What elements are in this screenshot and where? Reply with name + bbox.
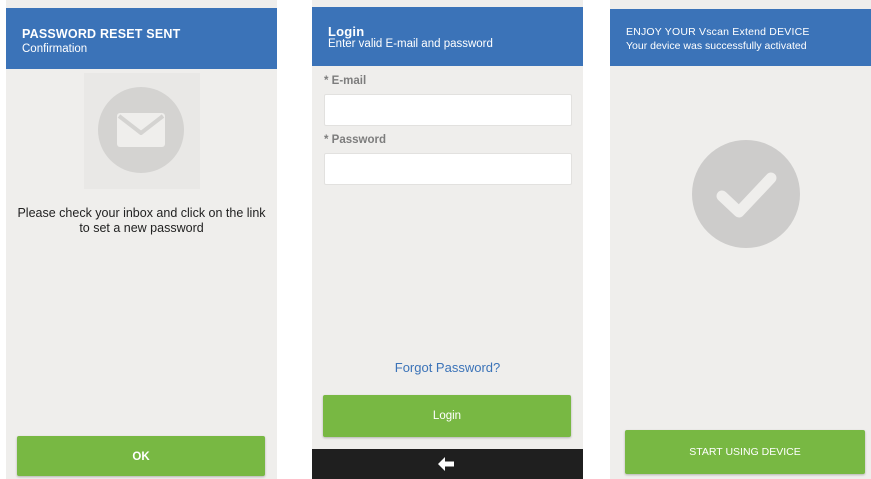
ok-button[interactable]: OK [17,436,265,476]
screen-title: ENJOY YOUR Vscan Extend DEVICE [626,26,810,38]
login-button[interactable]: Login [323,395,571,437]
email-field[interactable] [324,94,572,126]
screen-subtitle: Confirmation [22,43,88,55]
start-using-device-button[interactable]: START USING DEVICE [625,430,865,474]
instruction-message: Please check your inbox and click on the… [6,206,277,236]
header-bar: Login Enter valid E-mail and password [312,7,583,66]
login-screen: Login Enter valid E-mail and password * … [312,0,583,479]
back-arrow-icon[interactable] [438,457,454,471]
device-activated-screen: ENJOY YOUR Vscan Extend DEVICE Your devi… [610,0,871,479]
header-bar: PASSWORD RESET SENT Confirmation [6,8,277,69]
message-line-1: Please check your inbox and click on the… [17,206,266,220]
envelope-icon [98,87,184,173]
email-label: * E-mail [324,75,367,87]
navigation-bar [312,449,583,479]
checkmark-icon [692,140,800,248]
forgot-password-link[interactable]: Forgot Password? [312,360,583,375]
password-reset-screen: PASSWORD RESET SENT Confirmation Please … [6,0,277,479]
envelope-tile [84,73,200,189]
screen-title: Login [328,24,365,39]
password-label: * Password [324,134,386,146]
header-bar: ENJOY YOUR Vscan Extend DEVICE Your devi… [610,9,871,66]
screen-subtitle: Your device was successfully activated [626,40,807,52]
password-field[interactable] [324,153,572,185]
message-line-2: to set a new password [79,221,204,235]
screen-title: PASSWORD RESET SENT [22,27,181,41]
screen-subtitle: Enter valid E-mail and password [328,38,493,50]
